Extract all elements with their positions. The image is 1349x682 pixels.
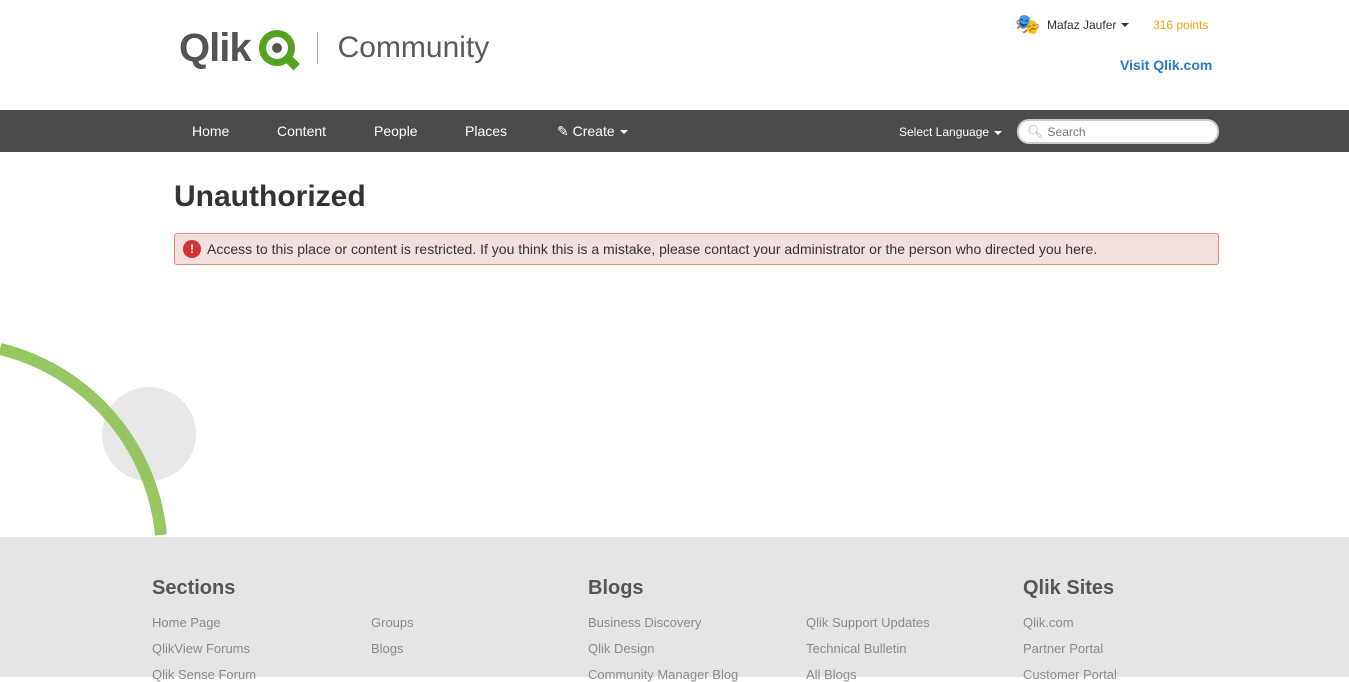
footer-heading-blogs: Blogs: [588, 577, 644, 599]
qlik-community-logo[interactable]: Qlik Community: [179, 26, 489, 70]
language-select[interactable]: Select Language: [899, 125, 1003, 139]
nav-people[interactable]: People: [374, 110, 418, 152]
footer: Sections Home Page QlikView Forums Qlik …: [0, 537, 1349, 682]
nav-places[interactable]: Places: [465, 110, 507, 152]
nav-content[interactable]: Content: [277, 110, 326, 152]
logo-text: Qlik: [179, 25, 252, 70]
nav-create-label: Create: [572, 123, 615, 139]
footer-link[interactable]: Home Page: [152, 615, 221, 630]
user-menu[interactable]: 🎭 Mafaz Jaufer: [1015, 12, 1130, 38]
alert-message: Access to this place or content is restr…: [207, 241, 1098, 257]
user-name: Mafaz Jaufer: [1047, 18, 1117, 32]
search-input[interactable]: [1047, 124, 1208, 139]
decorative-arcs: [0, 343, 196, 536]
search-box: 🔍︎: [1017, 119, 1219, 144]
footer-heading-qlik-sites: Qlik Sites: [1023, 577, 1115, 599]
footer-link[interactable]: Qlik.com: [1023, 615, 1074, 630]
error-alert: ! Access to this place or content is res…: [174, 233, 1219, 265]
footer-link[interactable]: Partner Portal: [1023, 641, 1103, 656]
language-label: Select Language: [899, 125, 990, 139]
exclamation-icon: !: [183, 240, 201, 258]
chevron-down-icon: [994, 130, 1003, 135]
footer-link[interactable]: Groups: [371, 615, 414, 630]
footer-link[interactable]: Qlik Support Updates: [806, 615, 930, 630]
pencil-icon: ✎: [557, 123, 569, 139]
points-link[interactable]: 316 points: [1153, 18, 1208, 32]
qlik-q-icon: [258, 30, 295, 66]
chevron-down-icon: [619, 130, 628, 135]
footer-link[interactable]: All Blogs: [806, 667, 857, 682]
footer-link[interactable]: Customer Portal: [1023, 667, 1117, 682]
footer-link[interactable]: Community Manager Blog: [588, 667, 738, 682]
footer-link[interactable]: QlikView Forums: [152, 641, 250, 656]
chevron-down-icon: [1121, 23, 1130, 27]
footer-link[interactable]: Blogs: [371, 641, 404, 656]
header: Qlik Community 🎭 Mafaz Jaufer 316 points…: [0, 0, 1349, 110]
search-icon: 🔍︎: [1027, 123, 1044, 139]
nav-home[interactable]: Home: [192, 110, 229, 152]
footer-link[interactable]: Business Discovery: [588, 615, 701, 630]
visit-qlik-link[interactable]: Visit Qlik.com: [1120, 57, 1212, 73]
footer-link[interactable]: Qlik Design: [588, 641, 654, 656]
footer-heading-sections: Sections: [152, 577, 236, 599]
logo-divider: [316, 32, 318, 64]
footer-link[interactable]: Technical Bulletin: [806, 641, 906, 656]
avatar: 🎭: [1015, 14, 1040, 36]
nav-create[interactable]: ✎ Create: [557, 110, 628, 152]
footer-link[interactable]: Qlik Sense Forum: [152, 667, 256, 682]
logo-subtitle: Community: [337, 31, 490, 64]
page-title: Unauthorized: [174, 180, 366, 213]
